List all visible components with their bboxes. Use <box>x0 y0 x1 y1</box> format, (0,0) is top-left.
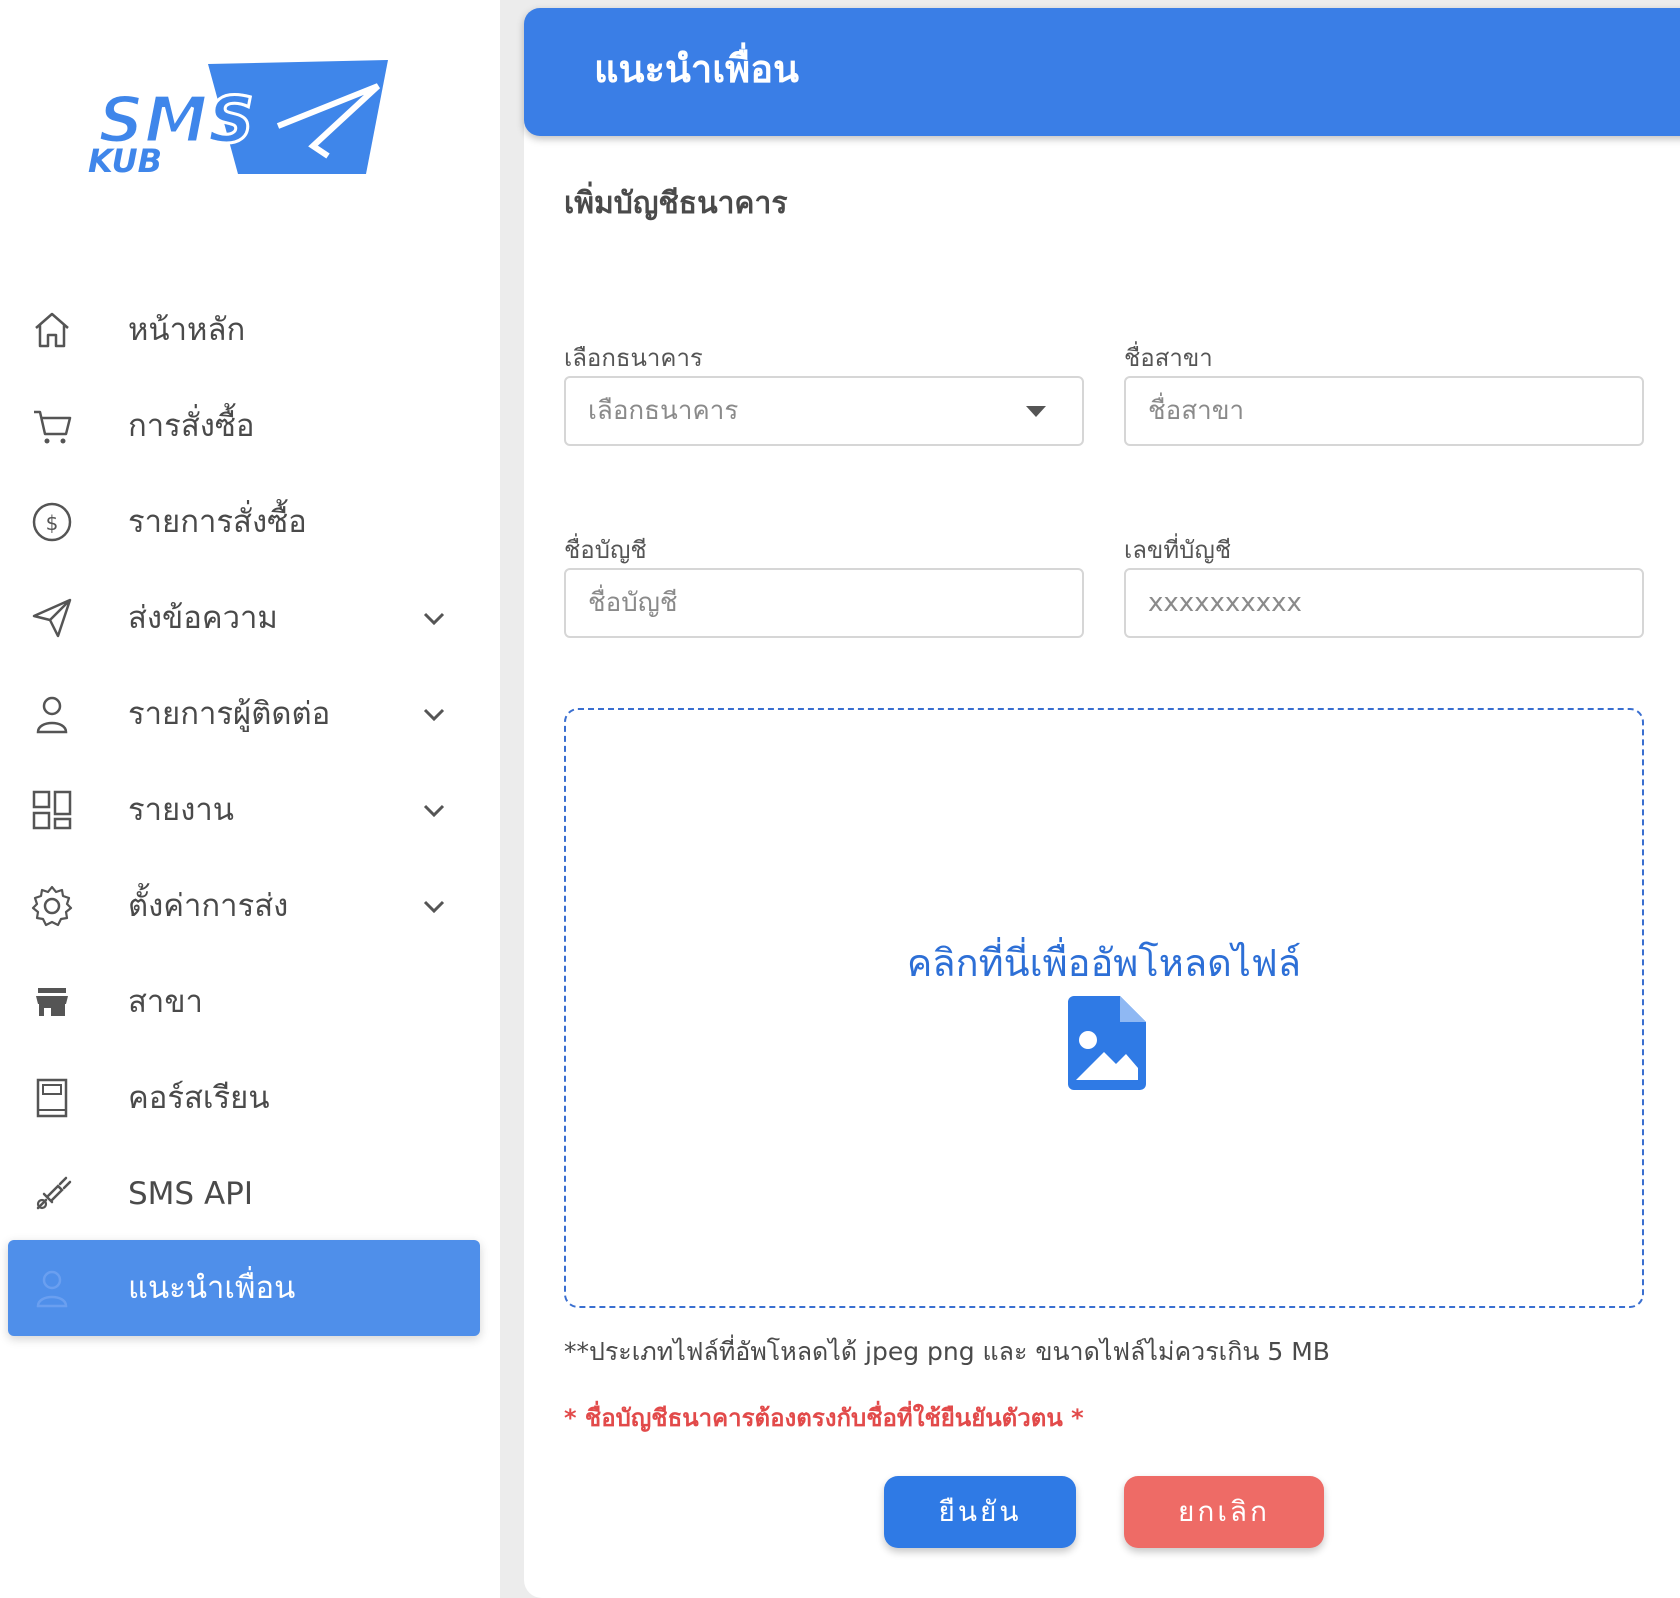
svg-text:KUB: KUB <box>88 142 162 180</box>
bank-select[interactable]: เลือกธนาคาร <box>564 376 1084 446</box>
file-upload-dropzone[interactable]: คลิกที่นี่เพื่ออัพโหลดไฟล์ <box>564 708 1644 1308</box>
bank-select-value: เลือกธนาคาร <box>588 396 739 426</box>
chevron-down-icon[interactable] <box>420 604 448 632</box>
cart-icon <box>30 404 74 448</box>
image-file-icon <box>1068 996 1146 1090</box>
sidebar-item-branch[interactable]: สาขา <box>8 954 480 1050</box>
sidebar-item-label: หน้าหลัก <box>128 312 246 348</box>
sidebar-item-label: รายงาน <box>128 792 234 828</box>
book-icon <box>30 1076 74 1120</box>
sidebar-item-report[interactable]: รายงาน <box>8 762 480 858</box>
sidebar-item-label: รายการผู้ติดต่อ <box>128 696 331 732</box>
plug-icon <box>30 1172 74 1216</box>
confirm-button[interactable]: ยืนยัน <box>884 1476 1076 1548</box>
store-icon <box>30 980 74 1024</box>
section-title: เพิ่มบัญชีธนาคาร <box>564 186 788 221</box>
chevron-down-icon[interactable] <box>420 796 448 824</box>
send-icon <box>30 596 74 640</box>
user-icon <box>30 1266 74 1310</box>
account-name-label: ชื่อบัญชี <box>564 536 647 564</box>
sidebar-item-send-settings[interactable]: ตั้งค่าการส่ง <box>8 858 480 954</box>
account-number-label: เลขที่บัญชี <box>1124 536 1232 564</box>
branch-placeholder: ชื่อสาขา <box>1148 396 1245 426</box>
sidebar-item-label: แนะนำเพื่อน <box>128 1270 296 1306</box>
sidebar-item-label: สาขา <box>128 984 203 1020</box>
account-name-input[interactable]: ชื่อบัญชี <box>564 568 1084 638</box>
svg-text:$: $ <box>46 511 59 535</box>
sidebar-item-sms-api[interactable]: SMS API <box>8 1146 480 1242</box>
sidebar-item-label: คอร์สเรียน <box>128 1080 270 1116</box>
account-number-placeholder: xxxxxxxxxx <box>1148 588 1302 618</box>
sidebar-item-label: การสั่งซื้อ <box>128 408 255 444</box>
upload-prompt: คลิกที่นี่เพื่ออัพโหลดไฟล์ <box>906 941 1302 985</box>
home-icon <box>30 308 74 352</box>
user-icon <box>30 692 74 736</box>
sms-kub-logo[interactable]: SMS KUB <box>88 56 408 196</box>
sidebar-item-label: ตั้งค่าการส่ง <box>128 888 289 924</box>
sidebar-item-order[interactable]: การสั่งซื้อ <box>8 378 480 474</box>
account-name-placeholder: ชื่อบัญชี <box>588 588 678 618</box>
sidebar-item-send-message[interactable]: ส่งข้อความ <box>8 570 480 666</box>
dashboard-icon <box>30 788 74 832</box>
account-number-input[interactable]: xxxxxxxxxx <box>1124 568 1644 638</box>
bank-select-label: เลือกธนาคาร <box>564 344 703 372</box>
sidebar-item-order-list[interactable]: $ รายการสั่งซื้อ <box>8 474 480 570</box>
branch-label: ชื่อสาขา <box>1124 344 1213 372</box>
sidebar-item-referral[interactable]: แนะนำเพื่อน <box>8 1240 480 1336</box>
sidebar-item-contacts[interactable]: รายการผู้ติดต่อ <box>8 666 480 762</box>
caret-down-icon <box>1026 406 1046 417</box>
upload-note: **ประเภทไฟล์ที่อัพโหลดได้ jpeg png และ ข… <box>564 1337 1330 1366</box>
chevron-down-icon[interactable] <box>420 700 448 728</box>
account-name-warning: * ชื่อบัญชีธนาคารต้องตรงกับชื่อที่ใช้ยืน… <box>564 1404 1084 1432</box>
sidebar-item-label: รายการสั่งซื้อ <box>128 504 307 540</box>
sidebar-item-label: ส่งข้อความ <box>128 600 278 636</box>
gear-icon <box>30 884 74 928</box>
sidebar: SMS KUB หน้าหลัก การสั่งซื้อ $ รายการสั่… <box>0 0 500 1598</box>
page-title: แนะนำเพื่อน <box>594 47 800 91</box>
cancel-button[interactable]: ยกเลิก <box>1124 1476 1324 1548</box>
sidebar-item-course[interactable]: คอร์สเรียน <box>8 1050 480 1146</box>
sidebar-item-label: SMS API <box>128 1176 253 1212</box>
dollar-circle-icon: $ <box>30 500 74 544</box>
chevron-down-icon[interactable] <box>420 892 448 920</box>
sidebar-item-home[interactable]: หน้าหลัก <box>8 282 480 378</box>
branch-input[interactable]: ชื่อสาขา <box>1124 376 1644 446</box>
